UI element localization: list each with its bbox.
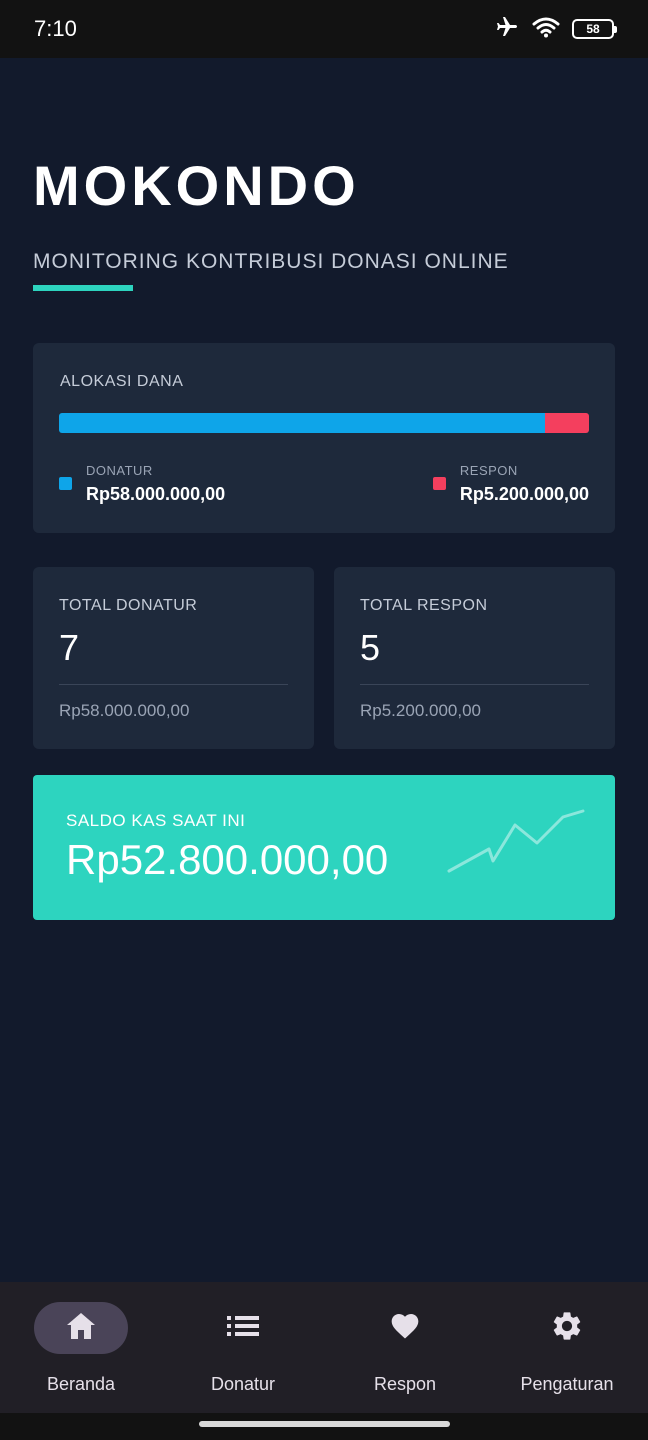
gesture-handle[interactable] (199, 1421, 450, 1427)
battery-icon: 58 (572, 19, 617, 39)
status-time: 7:10 (34, 16, 77, 41)
legend-donatur-label: DONATUR (86, 463, 153, 478)
total-respon-amount: Rp5.200.000,00 (360, 701, 481, 720)
nav-label-beranda: Beranda (46, 1374, 116, 1394)
airplane-icon (494, 15, 520, 44)
trend-icon (445, 805, 585, 880)
allocation-bar-respon (545, 413, 589, 433)
heart-icon (388, 1310, 422, 1347)
legend-respon-value: Rp5.200.000,00 (459, 484, 589, 504)
total-donatur-amount: Rp58.000.000,00 (59, 701, 190, 720)
nav-item-beranda[interactable]: Beranda (0, 1282, 162, 1413)
wifi-icon (532, 16, 560, 43)
app-subtitle: MONITORING KONTRIBUSI DONASI ONLINE (33, 250, 509, 273)
total-respon-label: TOTAL RESPON (360, 597, 488, 614)
home-screen: MOKONDO MONITORING KONTRIBUSI DONASI ONL… (0, 58, 648, 1282)
status-bar: 7:10 58 (0, 0, 648, 58)
nav-pill (358, 1302, 452, 1354)
gesture-area (0, 1413, 648, 1440)
nav-pill (34, 1302, 128, 1354)
legend-donatur: DONATUR Rp58.000.000,00 (59, 463, 225, 505)
allocation-bar (59, 413, 589, 433)
legend-donatur-value: Rp58.000.000,00 (86, 484, 226, 504)
status-icons: 58 (494, 15, 617, 44)
total-donatur-card[interactable]: TOTAL DONATUR 7 Rp58.000.000,00 (33, 567, 314, 749)
home-icon (65, 1311, 97, 1346)
app-title: MOKONDO (33, 154, 360, 217)
battery-level: 58 (586, 22, 600, 36)
allocation-card: ALOKASI DANA DONATUR Rp58.000.000,00 RES… (33, 343, 615, 533)
legend-respon-label: RESPON (459, 463, 518, 478)
legend-donatur-swatch (59, 477, 72, 490)
nav-label-donatur: Donatur (210, 1374, 276, 1394)
title-underline (33, 285, 133, 291)
allocation-bar-donatur (59, 413, 546, 433)
total-donatur-label: TOTAL DONATUR (59, 597, 198, 614)
nav-item-pengaturan[interactable]: Pengaturan (486, 1282, 648, 1413)
list-icon (227, 1314, 259, 1343)
bottom-nav: Beranda Donatur Respon Pengaturan (0, 1282, 648, 1413)
nav-item-donatur[interactable]: Donatur (162, 1282, 324, 1413)
nav-label-pengaturan: Pengaturan (520, 1374, 614, 1394)
balance-card: SALDO KAS SAAT INI Rp52.800.000,00 (33, 775, 615, 920)
gear-icon (550, 1309, 584, 1348)
legend-respon-swatch (432, 477, 446, 490)
total-donatur-count: 7 (59, 627, 80, 668)
nav-label-respon: Respon (373, 1374, 437, 1394)
total-respon-card[interactable]: TOTAL RESPON 5 Rp5.200.000,00 (334, 567, 615, 749)
total-respon-count: 5 (360, 627, 381, 668)
nav-pill (196, 1302, 290, 1354)
balance-value: Rp52.800.000,00 (66, 836, 389, 883)
legend-respon: RESPON Rp5.200.000,00 (432, 463, 589, 505)
nav-item-respon[interactable]: Respon (324, 1282, 486, 1413)
divider (360, 684, 589, 685)
balance-label: SALDO KAS SAAT INI (66, 811, 246, 830)
nav-pill (520, 1302, 614, 1354)
allocation-title: ALOKASI DANA (60, 373, 184, 390)
divider (59, 684, 288, 685)
